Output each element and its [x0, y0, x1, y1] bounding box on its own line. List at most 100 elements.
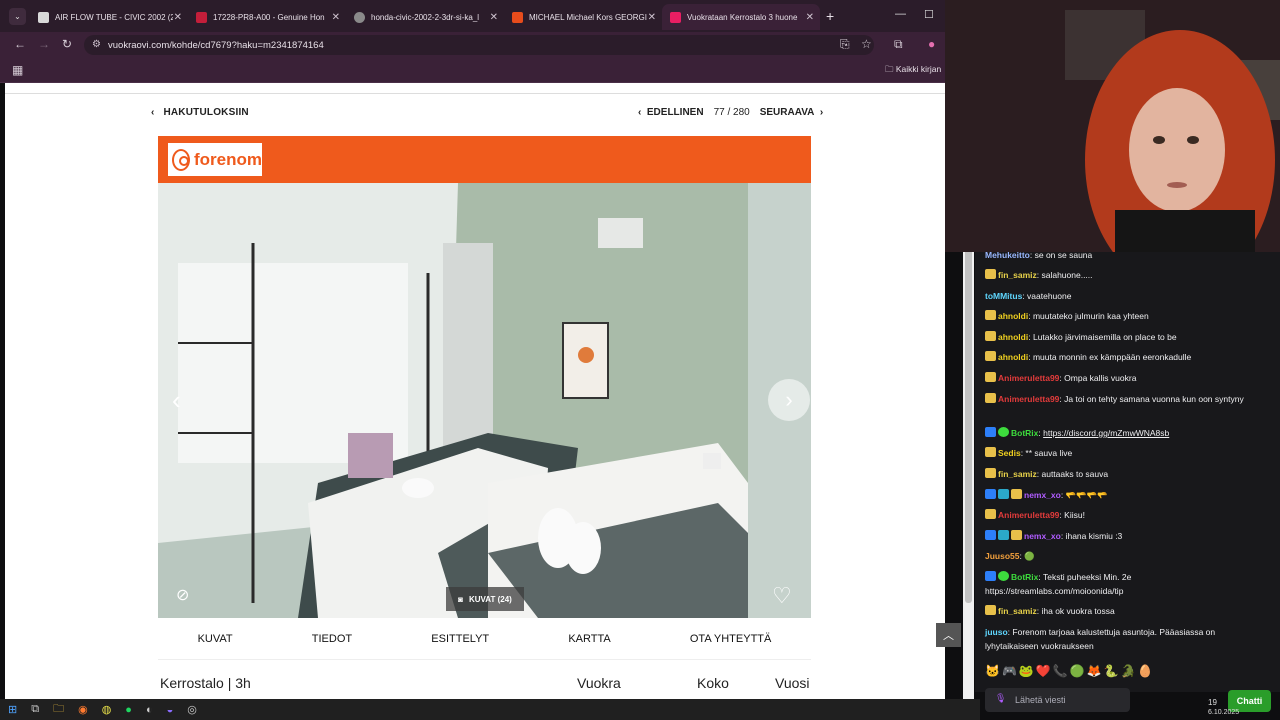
hide-listing-icon[interactable]: ⊘ — [176, 585, 189, 605]
chevron-up-icon: ︿ — [943, 630, 954, 642]
chat-username[interactable]: BotRix — [1011, 572, 1038, 582]
chat-message: ahnoldi: muuta monnin ex kämppään eeronk… — [985, 350, 1270, 364]
bookmark-star-icon[interactable]: ☆ — [861, 37, 872, 51]
chat-text: ihana kismiu :3 — [1065, 531, 1123, 541]
chat-username[interactable]: fin_samiz — [998, 469, 1037, 479]
chat-text: ** sauva live — [1025, 448, 1073, 458]
apps-grid-icon[interactable]: ▦ — [12, 63, 23, 77]
browser-tab-bar: ⌄ AIR FLOW TUBE - CIVIC 2002 (2 ✕ 17228-… — [0, 0, 945, 32]
close-tab-icon[interactable]: ✕ — [490, 12, 498, 23]
site-info-icon[interactable]: ⚙ — [92, 39, 101, 50]
camera-icon: ◙ — [458, 594, 463, 604]
subnav-map[interactable]: KARTTA — [568, 633, 610, 645]
chat-username[interactable]: Animeruletta99 — [998, 373, 1059, 383]
chat-username[interactable]: BotRix — [1011, 428, 1038, 438]
browser-tab-1[interactable]: AIR FLOW TUBE - CIVIC 2002 (2 ✕ — [30, 4, 188, 30]
subnav-showings[interactable]: ESITTELYT — [431, 633, 489, 645]
chat-text: Ja toi on tehty samana vuonna kun oon sy… — [1064, 394, 1244, 404]
reload-icon[interactable]: ↻ — [62, 37, 72, 51]
chat-username[interactable]: fin_samiz — [998, 606, 1037, 616]
tray-time: 19 — [1208, 698, 1217, 707]
badge-icon — [985, 509, 996, 519]
new-tab-icon[interactable]: + — [826, 8, 834, 24]
badge-icon — [1011, 489, 1022, 499]
url-field[interactable]: ⚙ vuokraovi.com/kohde/cd7679?haku=m23418… — [84, 35, 874, 55]
tab-search-icon[interactable]: ⌄ — [9, 8, 26, 25]
favorite-heart-icon[interactable]: ♡ — [772, 583, 792, 609]
chat-message: Sedis: ** sauva live — [985, 446, 1270, 460]
verified-badge-icon — [998, 571, 1009, 581]
maximize-icon[interactable]: ☐ — [924, 8, 934, 21]
chat-username[interactable]: Mehukeitto — [985, 252, 1030, 260]
next-link[interactable]: SEURAAVA › — [760, 107, 824, 118]
next-photo-button[interactable]: › — [768, 379, 810, 421]
chat-username[interactable]: Sedis — [998, 448, 1021, 458]
tab-title: Vuokrataan Kerrostalo 3 huone — [687, 12, 798, 22]
forenom-logo-icon — [172, 148, 190, 171]
all-bookmarks-label: Kaikki kirjan — [895, 64, 942, 74]
chat-text: 🟢 — [1024, 551, 1035, 561]
close-tab-icon[interactable]: ✕ — [174, 12, 182, 23]
url-text: vuokraovi.com/kohde/cd7679?haku=m2341874… — [108, 39, 324, 51]
subnav-details[interactable]: TIEDOT — [312, 633, 352, 645]
bot-badge-icon — [985, 571, 996, 581]
minimize-icon[interactable]: — — [895, 8, 906, 20]
all-bookmarks-link[interactable]: 🗀 Kaikki kirjan — [885, 64, 941, 78]
photo-gallery-button[interactable]: ◙ KUVAT (24) — [446, 587, 524, 611]
badge-icon — [985, 372, 996, 382]
browser-tab-3[interactable]: honda-civic-2002-2-3dr-si-ka_l ✕ — [346, 4, 504, 30]
chat-username[interactable]: Animeruletta99 — [998, 394, 1059, 404]
chat-username[interactable]: ahnoldi — [998, 332, 1028, 342]
close-tab-icon[interactable]: ✕ — [648, 12, 656, 23]
chat-message: BotRix: Teksti puheeksi Min. 2e https://… — [985, 571, 1132, 596]
firefox-icon[interactable]: ◉ — [78, 703, 88, 716]
forward-icon[interactable]: → — [38, 37, 50, 51]
profile-avatar-icon[interactable]: ● — [928, 37, 935, 51]
windows-start-icon[interactable]: ⊞ — [8, 703, 17, 716]
extensions-icon[interactable]: ⧉ — [894, 37, 903, 52]
chat-username[interactable]: juuso — [985, 627, 1008, 637]
steam-icon[interactable]: ◐ — [146, 704, 153, 716]
chat-text: iha ok vuokra tossa — [1041, 606, 1115, 616]
chat-username[interactable]: ahnoldi — [998, 311, 1028, 321]
chrome-icon[interactable]: ◍ — [102, 703, 112, 716]
forenom-logo[interactable]: forenom — [168, 143, 262, 176]
chat-username[interactable]: Juuso55 — [985, 551, 1020, 561]
browser-tab-5[interactable]: Vuokrataan Kerrostalo 3 huone ✕ — [662, 4, 820, 30]
chat-username[interactable]: toMMitus — [985, 291, 1022, 301]
sub-badge-icon — [998, 489, 1009, 499]
subnav-contact[interactable]: OTA YHTEYTTÄ — [690, 633, 772, 645]
discord-icon[interactable]: ◒ — [167, 704, 174, 716]
logo-text: forenom — [194, 149, 262, 169]
chat-username[interactable]: nemx_xo — [1024, 531, 1061, 541]
chat-username[interactable]: ahnoldi — [998, 352, 1028, 362]
previous-photo-icon[interactable]: ‹ — [172, 385, 181, 416]
install-icon[interactable]: ⎘ — [840, 37, 850, 52]
file-explorer-icon[interactable]: 🗀 — [53, 700, 64, 719]
microphone-icon[interactable]: 🎙 — [995, 693, 1006, 704]
scroll-to-top-button[interactable]: ︿ — [936, 623, 961, 647]
chat-text: vaatehuone — [1027, 291, 1072, 301]
bot-badge-icon — [985, 530, 996, 540]
chat-link[interactable]: https://discord.gg/mZmwWNA8sb — [1043, 428, 1169, 438]
listing-photo[interactable]: ‹ › ⊘ ◙ KUVAT (24) ♡ — [158, 183, 811, 618]
close-tab-icon[interactable]: ✕ — [332, 12, 340, 23]
chat-username[interactable]: nemx_xo — [1024, 490, 1061, 500]
browser-tab-2[interactable]: 17228-PR8-A00 - Genuine Hon ✕ — [188, 4, 346, 30]
previous-link[interactable]: ‹ EDELLINEN — [638, 107, 704, 118]
chat-username[interactable]: Animeruletta99 — [998, 510, 1059, 520]
back-icon[interactable]: ← — [14, 37, 26, 51]
task-view-icon[interactable]: ⧉ — [31, 703, 39, 716]
chat-input[interactable]: 🎙 Lähetä viesti — [985, 688, 1130, 712]
tab-title: AIR FLOW TUBE - CIVIC 2002 (2 — [55, 12, 173, 22]
close-tab-icon[interactable]: ✕ — [806, 12, 814, 23]
browser-tab-4[interactable]: MICHAEL Michael Kors GEORGI ✕ — [504, 4, 662, 30]
chat-username[interactable]: fin_samiz — [998, 270, 1037, 280]
subnav-photos[interactable]: KUVAT — [198, 633, 233, 645]
badge-icon — [985, 447, 996, 457]
emote-bar[interactable]: 🐱🎮🐸❤️📞🟢🦊🐍🐊🥚 — [985, 664, 1154, 678]
spotify-icon[interactable]: ● — [125, 704, 132, 716]
badge-icon — [985, 331, 996, 341]
obs-icon[interactable]: ◎ — [187, 703, 197, 716]
back-to-results-link[interactable]: ‹ HAKUTULOKSIIN — [151, 107, 249, 118]
